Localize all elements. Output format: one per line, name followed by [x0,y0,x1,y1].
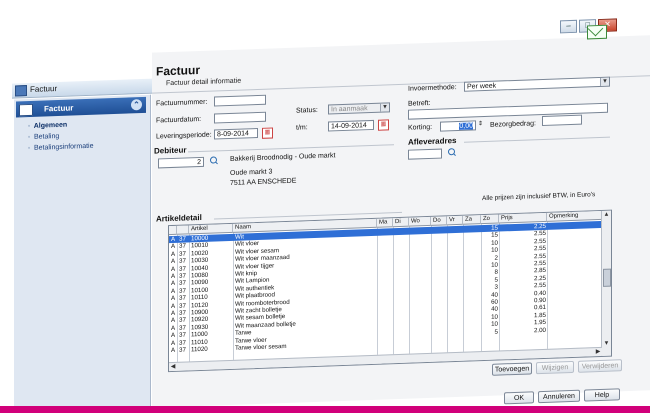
tm-field[interactable]: 14-09-2014 [328,119,374,132]
table-cell-qty [483,336,498,344]
calendar-icon[interactable]: ▦ [262,127,273,139]
sidebar-item-label: Betalingsinformatie [33,142,94,152]
grid-vertical-scrollbar[interactable]: ▲ ▼ [601,210,611,356]
main-panel: Factuur Factuur detail informatie Factuu… [152,24,650,408]
ok-button[interactable]: OK [504,391,534,405]
leveringsperiode-field[interactable]: 8-09-2014 [214,127,258,140]
debiteur-number-field[interactable]: 2 [158,156,204,169]
debiteur-divider [188,144,394,153]
annuleren-button[interactable]: Annuleren [538,389,580,404]
scroll-left-icon[interactable]: ◀ [169,363,177,371]
window-title: Factuur [30,84,58,94]
korting-value: 0,00 [459,122,473,130]
scroll-thumb[interactable] [603,268,611,287]
sidebar-item-betaling[interactable]: ◦ Betaling [26,132,60,142]
chevron-down-icon: ▼ [380,103,389,112]
page-title: Factuur [156,62,201,79]
chevron-up-icon[interactable]: ⌃ [131,99,142,111]
help-button[interactable]: Help [584,388,620,402]
wijzigen-button[interactable]: Wijzigen [536,360,574,375]
status-value: In aanmaak [331,105,368,114]
price-note: Alle prijzen zijn inclusief BTW, in Euro… [482,191,596,203]
bullet-icon: ◦ [27,144,31,153]
status-select: In aanmaak ▼ [328,102,390,115]
chevron-down-icon: ▼ [600,77,609,86]
debiteur-heading: Debiteur [154,145,187,156]
bullet-icon: ◦ [27,133,31,142]
spinner-icon[interactable]: ⇕ [478,120,483,127]
artikel-grid[interactable]: Artikel Naam Ma Di Wo Do Vr Za Zo Prijs Opmerking A… [168,209,612,373]
table-cell-artikel: 11020 [191,345,208,354]
afleveradres-field[interactable] [408,148,442,160]
artikeldetail-heading: Artikeldetail [156,212,202,224]
invoice-icon [19,103,33,117]
screenshot-stage: –□✕ Factuur Factuur ⌃ ◦ Algemeen ◦ Betal… [0,0,650,413]
debiteur-name: Bakkerij Broodnodig - Oude markt [230,152,336,163]
toevoegen-button[interactable]: Toevoegen [492,362,532,376]
table-cell-a: A [171,346,176,355]
factuurnummer-label: Factuurnummer: [156,98,208,108]
search-icon[interactable] [448,148,456,156]
bezorgbedrag-field[interactable] [542,114,582,127]
scroll-down-icon[interactable]: ▼ [602,340,611,348]
factuurdatum-label: Factuurdatum: [156,115,202,125]
scroll-up-icon[interactable]: ▲ [602,211,611,219]
afleveradres-heading: Afleveradres [408,136,457,147]
tm-label: t/m: [296,124,308,132]
betreft-label: Betreft: [408,99,431,108]
invoermethode-select[interactable]: Per week ▼ [464,76,610,92]
verwijderen-button[interactable]: Verwijderen [578,359,622,373]
sidebar-item-betalingsinformatie[interactable]: ◦ Betalingsinformatie [26,142,94,153]
table-cell-g: 37 [179,346,186,354]
table-cell-prijs [501,334,546,343]
status-label: Status: [296,106,318,115]
factuurnummer-field[interactable] [214,94,266,107]
grid-header-cell[interactable] [177,225,189,235]
afleveradres-divider [464,136,610,143]
bezorgbedrag-label: Bezorgbedrag: [490,120,536,129]
page-subtitle: Factuur detail informatie [166,77,242,88]
leveringsperiode-label: Leveringsperiode: [156,131,212,141]
factuur-window: –□✕ Factuur Factuur ⌃ ◦ Algemeen ◦ Betal… [0,0,650,413]
sidebar-header-label: Factuur [44,103,74,114]
minimize-button[interactable]: – [560,19,577,34]
brand-bar [0,406,650,413]
debiteur-address-line2: 7511 AA ENSCHEDE [230,177,297,187]
search-icon[interactable] [210,156,218,164]
factuurdatum-field[interactable] [214,111,266,124]
scroll-right-icon[interactable]: ▶ [594,348,602,356]
korting-field[interactable]: 0,00 [440,120,476,132]
bullet-icon: ◦ [27,122,31,131]
sidebar: Factuur ⌃ ◦ Algemeen ◦ Betaling ◦ Betali… [14,94,151,413]
app-icon [15,85,27,97]
korting-label: Korting: [408,123,433,132]
envelope-icon [587,24,607,40]
calendar-icon[interactable]: ▦ [378,119,389,131]
sidebar-item-algemeen[interactable]: ◦ Algemeen [26,122,67,130]
sidebar-item-label: Algemeen [33,121,68,130]
sidebar-item-label: Betaling [33,132,60,141]
grid-header-cell[interactable] [169,225,177,236]
sidebar-header[interactable]: Factuur ⌃ [16,96,146,118]
invoermethode-value: Per week [467,82,497,91]
debiteur-address-line1: Oude markt 3 [230,168,273,177]
invoermethode-label: Invoermethode: [408,84,457,93]
